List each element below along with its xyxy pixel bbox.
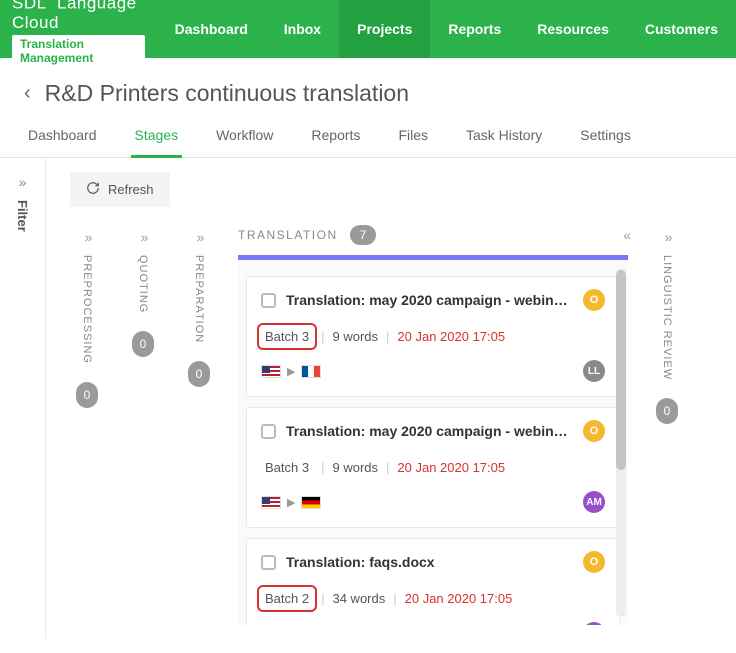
column-count: 0 <box>132 331 154 357</box>
nav-dashboard[interactable]: Dashboard <box>157 0 266 58</box>
assignee-avatar: LL <box>583 360 605 382</box>
nav-projects[interactable]: Projects <box>339 0 430 58</box>
source-flag-icon <box>261 365 281 378</box>
card-checkbox[interactable] <box>261 555 276 570</box>
separator: | <box>386 329 389 344</box>
card-title: Translation: faqs.docx <box>286 554 573 570</box>
work-area: » Filter Refresh » PREPROCESSING 0 » QUO… <box>0 158 736 638</box>
column-count: 0 <box>656 398 678 424</box>
columns: » PREPROCESSING 0 » QUOTING 0 » PREPARAT… <box>70 225 736 635</box>
tab-taskhistory[interactable]: Task History <box>462 117 546 157</box>
card-title: Translation: may 2020 campaign - webinar… <box>286 423 573 439</box>
word-count: 9 words <box>332 460 378 475</box>
column-count: 7 <box>350 225 377 245</box>
task-card[interactable]: Translation: may 2020 campaign - webinar… <box>246 276 620 397</box>
column-preprocessing: » PREPROCESSING 0 <box>70 225 104 408</box>
column-header: TRANSLATION 7 « <box>238 225 628 255</box>
nav-inbox[interactable]: Inbox <box>266 0 339 58</box>
batch-label: Batch 3 <box>261 458 313 477</box>
brand: SDL* Language Cloud Translation Manageme… <box>0 0 157 73</box>
target-flag-icon <box>301 496 321 509</box>
brand-title: SDL* Language Cloud <box>12 0 145 33</box>
page-title: R&D Printers continuous translation <box>45 80 409 107</box>
task-card[interactable]: Translation: faqs.docx O Batch 2 | 34 wo… <box>246 538 620 625</box>
column-count: 0 <box>188 361 210 387</box>
refresh-label: Refresh <box>108 182 154 197</box>
refresh-button[interactable]: Refresh <box>70 172 170 207</box>
timestamp: 20 Jan 2020 17:05 <box>397 329 505 344</box>
column-translation: TRANSLATION 7 « Translation: may 2020 ca… <box>238 225 628 625</box>
separator: | <box>321 460 324 475</box>
timestamp: 20 Jan 2020 17:05 <box>397 460 505 475</box>
column-title: PREPROCESSING <box>81 255 93 364</box>
target-flag-icon <box>301 365 321 378</box>
column-linguistic-review: » LINGUISTIC REVIEW 0 <box>650 225 684 424</box>
column-body: Translation: may 2020 campaign - webinar… <box>238 255 628 625</box>
nav-customers[interactable]: Customers <box>627 0 736 58</box>
separator: | <box>321 591 324 606</box>
batch-label: Batch 2 <box>261 589 313 608</box>
column-title: TRANSLATION <box>238 228 338 242</box>
word-count: 34 words <box>332 591 385 606</box>
tab-settings[interactable]: Settings <box>576 117 635 157</box>
collapse-column-icon[interactable]: « <box>623 227 628 243</box>
tab-workflow[interactable]: Workflow <box>212 117 277 157</box>
card-title: Translation: may 2020 campaign - webinar… <box>286 292 573 308</box>
column-title: LINGUISTIC REVIEW <box>661 255 673 380</box>
column-title: QUOTING <box>137 255 149 313</box>
status-icon: O <box>583 420 605 442</box>
assignee-avatar: AM <box>583 491 605 513</box>
tab-dashboard[interactable]: Dashboard <box>24 117 101 157</box>
expand-column-icon[interactable]: » <box>141 229 146 245</box>
card-checkbox[interactable] <box>261 293 276 308</box>
brand-subtitle: Translation Management <box>12 35 145 67</box>
separator: | <box>393 591 396 606</box>
expand-column-icon[interactable]: » <box>197 229 202 245</box>
assignee-avatar: AM <box>583 622 605 625</box>
separator: | <box>321 329 324 344</box>
tab-reports[interactable]: Reports <box>307 117 364 157</box>
nav-items: Dashboard Inbox Projects Reports Resourc… <box>157 0 736 58</box>
project-tabs: Dashboard Stages Workflow Reports Files … <box>0 117 736 158</box>
filter-label: Filter <box>15 200 30 232</box>
stages-board: Refresh » PREPROCESSING 0 » QUOTING 0 » … <box>46 158 736 638</box>
back-icon[interactable]: ‹ <box>24 82 31 105</box>
column-count: 0 <box>76 382 98 408</box>
scrollbar-thumb[interactable] <box>616 270 626 470</box>
filter-rail: » Filter <box>0 158 46 638</box>
source-flag-icon <box>261 496 281 509</box>
column-preparation: » PREPARATION 0 <box>182 225 216 387</box>
separator: | <box>386 460 389 475</box>
expand-column-icon[interactable]: » <box>85 229 90 245</box>
card-checkbox[interactable] <box>261 424 276 439</box>
top-nav: SDL* Language Cloud Translation Manageme… <box>0 0 736 58</box>
status-icon: O <box>583 289 605 311</box>
nav-resources[interactable]: Resources <box>519 0 627 58</box>
arrow-icon: ▶ <box>287 496 295 509</box>
tab-stages[interactable]: Stages <box>131 117 183 158</box>
batch-label: Batch 3 <box>261 327 313 346</box>
nav-reports[interactable]: Reports <box>430 0 519 58</box>
refresh-icon <box>86 181 100 198</box>
scrollbar[interactable] <box>616 268 626 617</box>
tab-files[interactable]: Files <box>394 117 432 157</box>
task-card[interactable]: Translation: may 2020 campaign - webinar… <box>246 407 620 528</box>
filter-expand-icon[interactable]: » <box>19 174 27 190</box>
column-title: PREPARATION <box>193 255 205 343</box>
word-count: 9 words <box>332 329 378 344</box>
arrow-icon: ▶ <box>287 365 295 378</box>
column-quoting: » QUOTING 0 <box>126 225 160 357</box>
timestamp: 20 Jan 2020 17:05 <box>405 591 513 606</box>
expand-column-icon[interactable]: » <box>665 229 670 245</box>
status-icon: O <box>583 551 605 573</box>
